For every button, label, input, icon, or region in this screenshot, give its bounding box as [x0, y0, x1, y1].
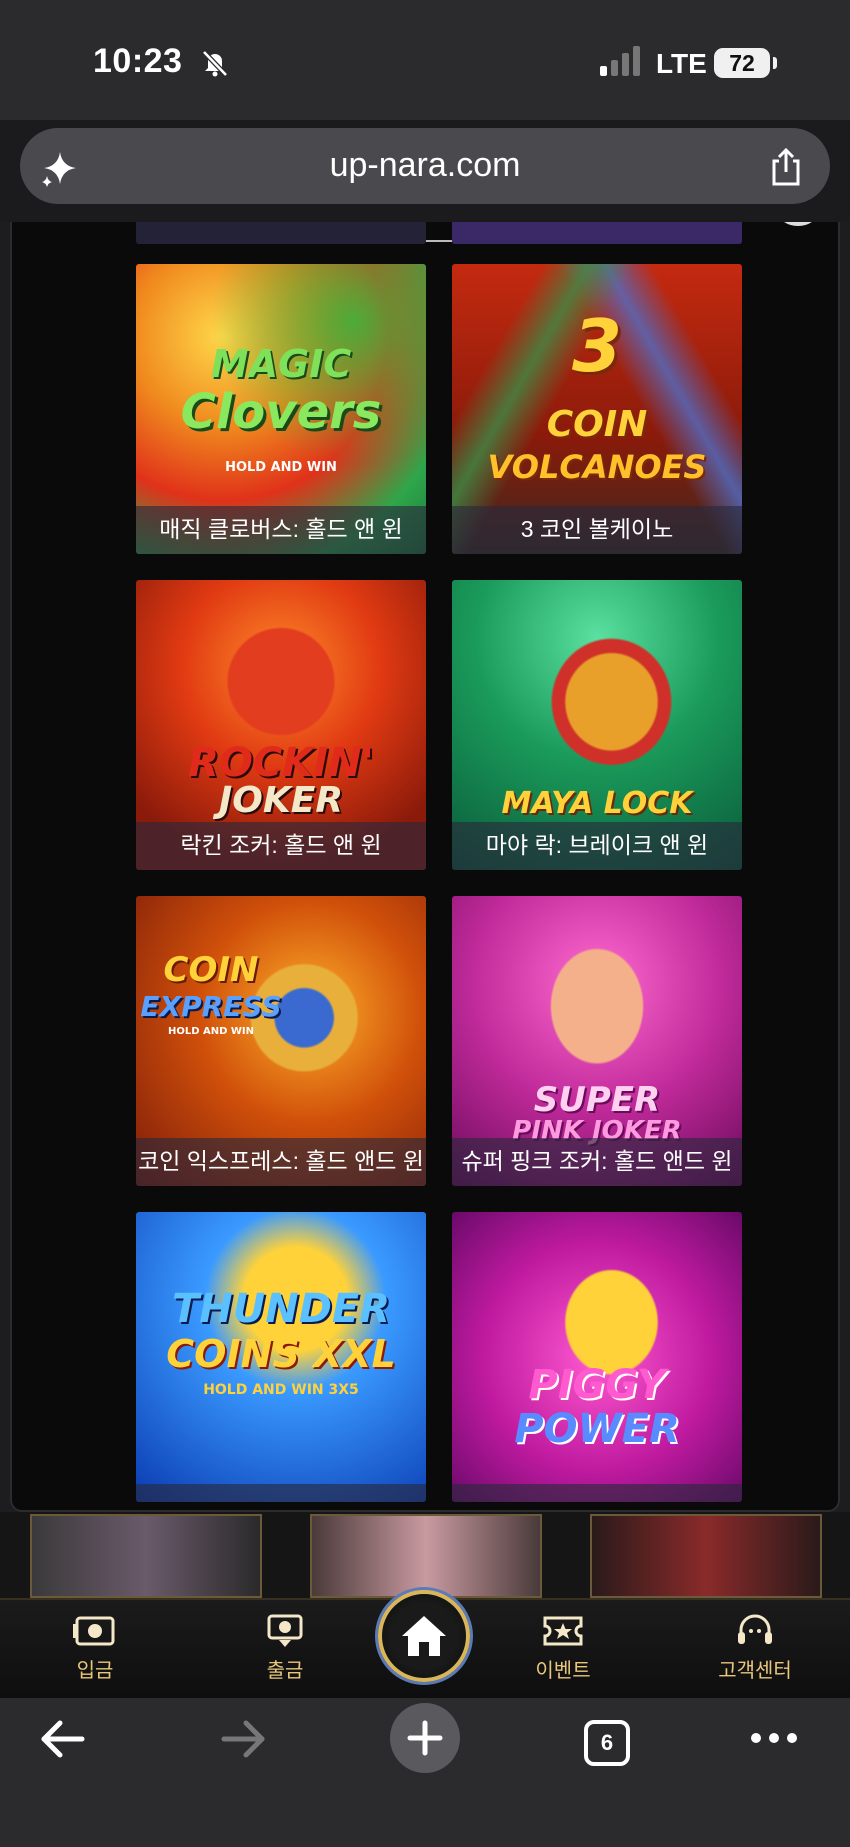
game-title: 매직 클로버스: 홀드 앤 윈: [159, 516, 403, 542]
banner-card[interactable]: [310, 1514, 542, 1598]
game-tile[interactable]: THUNDER COINS XXL HOLD AND WIN 3X5: [136, 1212, 426, 1502]
banner-card[interactable]: [590, 1514, 822, 1598]
game-tile[interactable]: SUPER PINK JOKER 슈퍼 핑크 조커: 홀드 앤드 윈: [452, 896, 742, 1186]
modal-close-icon[interactable]: [772, 222, 824, 226]
withdraw-icon: [267, 1614, 303, 1647]
tabs-button[interactable]: 6: [584, 1720, 630, 1766]
nav-event[interactable]: 이벤트: [503, 1614, 623, 1683]
status-time: 10:23: [93, 42, 183, 80]
nav-withdraw-label: 출금: [266, 1660, 304, 1682]
battery-tip: [773, 57, 777, 69]
plus-icon: [407, 1720, 443, 1756]
headset-icon: [738, 1614, 772, 1644]
game-logo: COIN: [546, 404, 648, 445]
nav-deposit[interactable]: 입금: [35, 1614, 155, 1683]
game-logo: Clovers: [180, 384, 382, 440]
game-logo: HOLD AND WIN 3X5: [203, 1382, 359, 1398]
forward-arrow-icon[interactable]: [220, 1717, 268, 1761]
nav-support[interactable]: 고객센터: [695, 1614, 815, 1683]
bell-slash-icon: [202, 50, 228, 77]
game-tile[interactable]: PIGGY POWER: [452, 1212, 742, 1502]
game-logo: EXPRESS: [140, 990, 282, 1023]
page-content: MAGIC Clovers HOLD AND WIN 매직 클로버스: 홀드 앤…: [0, 222, 850, 1518]
nav-deposit-label: 입금: [76, 1660, 114, 1682]
game-logo: 3: [571, 304, 623, 388]
game-tile[interactable]: ROCKIN' JOKER 락킨 조커: 홀드 앤 윈: [136, 580, 426, 870]
game-tile-partial[interactable]: [136, 222, 426, 244]
game-title: 3 코인 볼케이노: [520, 516, 674, 542]
game-logo: HOLD AND WIN: [225, 460, 337, 475]
game-tile[interactable]: 3 COIN VOLCANOES 3 코인 볼케이노: [452, 264, 742, 554]
home-icon: [402, 1616, 446, 1656]
game-title: 마야 락: 브레이크 앤 윈: [485, 832, 709, 858]
ticket-icon: [543, 1616, 583, 1646]
game-tile-partial[interactable]: [452, 222, 742, 244]
game-list-modal: MAGIC Clovers HOLD AND WIN 매직 클로버스: 홀드 앤…: [10, 222, 840, 1512]
game-logo: MAGIC: [210, 342, 352, 386]
game-title: 코인 익스프레스: 홀드 앤드 윈: [138, 1148, 424, 1174]
nav-support-label: 고객센터: [718, 1660, 792, 1682]
game-logo: THUNDER: [171, 1286, 391, 1332]
more-icon[interactable]: [750, 1728, 798, 1748]
new-tab-button[interactable]: [390, 1703, 460, 1773]
back-arrow-icon[interactable]: [38, 1717, 86, 1761]
nav-event-label: 이벤트: [535, 1660, 591, 1682]
share-icon[interactable]: [766, 146, 806, 188]
game-title: 락킨 조커: 홀드 앤 윈: [180, 832, 382, 858]
deposit-icon: [73, 1616, 115, 1646]
game-logo: COINS XXL: [166, 1332, 396, 1376]
url-text[interactable]: up-nara.com: [0, 146, 850, 185]
game-tile[interactable]: MAYA LOCK 마야 락: 브레이크 앤 윈: [452, 580, 742, 870]
home-button[interactable]: [378, 1590, 470, 1682]
game-logo: VOLCANOES: [487, 448, 707, 486]
game-title: 슈퍼 핑크 조커: 홀드 앤드 윈: [461, 1148, 733, 1174]
game-logo: JOKER: [218, 780, 344, 821]
game-tile[interactable]: MAGIC Clovers HOLD AND WIN 매직 클로버스: 홀드 앤…: [136, 264, 426, 554]
game-logo: COIN: [163, 950, 259, 990]
game-logo: MAYA LOCK: [501, 786, 693, 821]
banner-card[interactable]: [30, 1514, 262, 1598]
signal-icon: [600, 46, 640, 76]
game-logo: SUPER: [533, 1080, 661, 1120]
nav-withdraw[interactable]: 출금: [225, 1614, 345, 1683]
game-logo: POWER: [514, 1406, 680, 1452]
network-label: LTE: [656, 48, 707, 79]
game-logo: PIGGY: [528, 1362, 666, 1408]
battery-icon: 72: [714, 48, 770, 78]
game-tile[interactable]: COIN EXPRESS HOLD AND WIN 코인 익스프레스: 홀드 앤…: [136, 896, 426, 1186]
game-logo: HOLD AND WIN: [167, 1026, 255, 1037]
